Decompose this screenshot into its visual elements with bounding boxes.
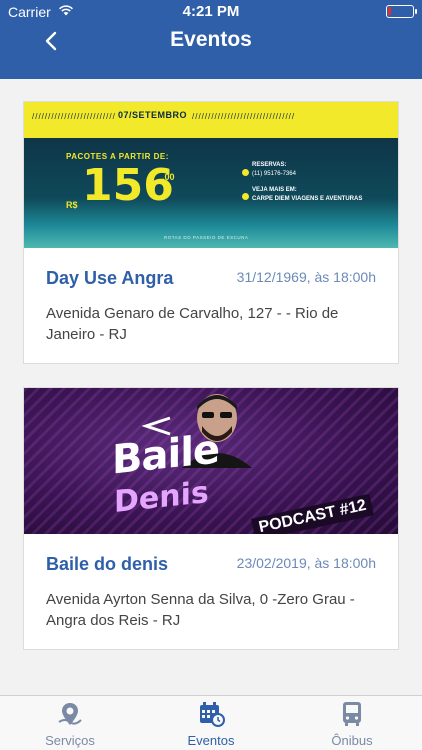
page-title: Eventos	[170, 28, 252, 51]
event-address: Avenida Genaro de Carvalho, 127 - - Rio …	[46, 305, 339, 343]
event-address: Avenida Ayrton Senna da Silva, 0 -Zero G…	[46, 591, 355, 629]
event-card[interactable]: Baile Denis PODCAST #12 Baile do denis 2…	[23, 387, 399, 650]
event-banner-image: ////////////////////////// 07/SETEMBRO /…	[24, 102, 398, 248]
event-list[interactable]: ////////////////////////// 07/SETEMBRO /…	[0, 79, 422, 695]
map-pin-icon	[58, 703, 82, 725]
event-date: 23/02/2019, às 18:00h	[236, 555, 376, 571]
battery-icon	[386, 5, 417, 18]
tab-onibus[interactable]: Ônibus	[282, 696, 422, 750]
event-title[interactable]: Baile do denis	[46, 554, 168, 575]
tab-label: Eventos	[187, 733, 235, 748]
calendar-clock-icon	[200, 702, 225, 727]
tab-label: Serviços	[45, 733, 95, 748]
status-bar: Carrier 4:21 PM	[0, 0, 422, 24]
event-date: 31/12/1969, às 18:00h	[236, 269, 376, 285]
tab-label: Ônibus	[331, 733, 373, 748]
event-banner-image: Baile Denis PODCAST #12	[24, 388, 398, 534]
event-card[interactable]: ////////////////////////// 07/SETEMBRO /…	[23, 101, 399, 364]
tab-servicos[interactable]: Serviços	[0, 696, 140, 750]
tab-bar: Serviços Eventos Ônibus	[0, 695, 422, 750]
nav-bar: Eventos	[0, 24, 422, 68]
app-header: Carrier 4:21 PM Eventos	[0, 0, 422, 79]
tab-eventos[interactable]: Eventos	[141, 696, 281, 750]
event-title[interactable]: Day Use Angra	[46, 268, 173, 289]
bus-icon	[343, 702, 361, 726]
status-time: 4:21 PM	[182, 3, 240, 20]
